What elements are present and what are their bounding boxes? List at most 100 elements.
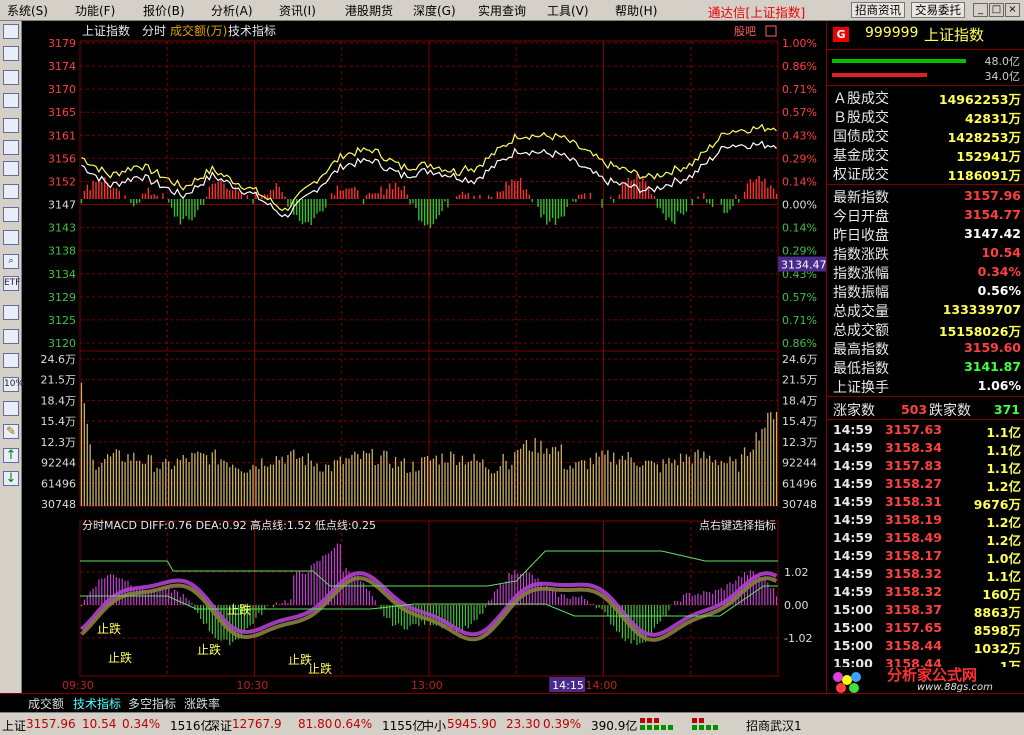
volume-axis-label: 24.6万 [41,353,77,366]
pct-axis-label: 0.57% [782,291,817,304]
flower-logo-icon [833,672,861,693]
menu-info[interactable]: 资讯(I) [279,2,316,19]
tab-bull-bear[interactable]: 多空指标 [128,695,176,712]
intraday-chart[interactable]: 3179 1.00% 3174 0.86% 3170 0.71% 3165 0.57% 3161… [22,21,826,693]
sz-pct: 0.64% [334,717,373,731]
minimize-icon[interactable]: _ [973,3,988,17]
tick-volume: 1.1亿 [986,461,1021,476]
decliners-value: 371 [993,402,1020,417]
sh-label: 上证 [2,719,27,733]
index-code: 999999 [865,25,919,41]
tick-time: 14:59 [833,458,873,473]
mail-icon[interactable] [3,184,19,199]
fund-icon[interactable] [3,230,19,245]
etf-icon[interactable]: ETF [3,276,20,291]
menu-analysis[interactable]: 分析(A) [211,2,253,19]
news-icon[interactable] [3,118,19,133]
arrow-up-icon[interactable]: ↑ [3,448,19,463]
restore-icon[interactable]: □ [989,3,1004,17]
tab-adv-decl[interactable]: 涨跌率 [184,695,220,712]
price-axis-label: 3129 [48,291,76,304]
sz-price: 12767.9 [232,717,282,731]
users-icon[interactable] [3,207,19,222]
sh-price: 3157.96 [26,717,76,731]
stat-value: 3141.87 [964,359,1021,374]
menu-depth[interactable]: 深度(G) [413,2,456,19]
trend-chart-icon[interactable] [3,70,19,85]
arrow-down-icon[interactable]: ↓ [3,471,19,486]
tick-time: 14:59 [833,476,873,491]
stat-label: 总成交额 [833,323,889,339]
stat-label: 指数涨幅 [833,266,889,282]
candlestick-icon[interactable] [3,93,19,108]
turnover-row: Ｂ股成交 42831万 [827,107,1024,126]
login-icon[interactable] [3,401,19,416]
tick-price: 3158.37 [885,602,942,617]
quote-list-icon[interactable] [3,24,19,39]
stat-value: 133339707 [942,302,1021,317]
buy-volume-bar [832,59,966,63]
percent-icon[interactable]: 10% [3,377,24,392]
menu-hk-futures[interactable]: 港股期货 [345,2,393,19]
report-icon[interactable] [3,140,19,155]
stat-label: 上证换手 [833,380,889,396]
zhaoshang-news-button[interactable]: 招商资讯 [851,2,905,18]
tick-row: 14:59 3158.19 1.2亿 [827,512,1024,530]
stop-fall-note: 止跌 [197,642,221,657]
volume-axis-label: 24.6万 [782,353,818,366]
trade-button[interactable]: 交易委托 [911,2,965,18]
pct-axis-label: 0.14% [782,222,817,235]
pct-axis-label: 0.00% [782,199,817,212]
menu-quote[interactable]: 报价(B) [143,2,185,19]
menu-query[interactable]: 实用查询 [478,2,526,19]
stat-row: 指数振幅 0.56% [827,282,1024,301]
pct-axis-label: 0.14% [782,175,817,188]
tick-row: 15:00 3158.37 8863万 [827,602,1024,620]
zx-label: 中小 [422,719,447,733]
turnover-label: Ｂ股成交 [833,110,889,126]
close-icon[interactable]: × [1005,3,1020,17]
tab-technical[interactable]: 技术指标 [73,695,121,712]
chart-mode: 分时 [142,24,166,38]
line-chart-icon[interactable] [3,305,19,320]
volume-axis-label: 30748 [41,498,76,511]
price-axis-label: 3179 [48,37,76,50]
info-icon[interactable] [3,161,19,176]
turnover-value: 1186091万 [947,168,1021,183]
tab-amount[interactable]: 成交额 [28,695,64,712]
analysis-icon[interactable] [3,353,19,368]
market-board-icon[interactable] [3,46,19,61]
menu-function[interactable]: 功能(F) [75,2,115,19]
tick-time: 14:59 [833,548,873,563]
price-axis-label: 3143 [48,222,76,235]
stop-fall-note: 止跌 [97,621,121,636]
cursor-time-label: 14:15 [552,679,584,692]
volume-axis-label: 15.4万 [41,415,77,428]
buy-volume-value: 48.0亿 [984,55,1021,68]
volume-axis-label: 15.4万 [782,415,818,428]
menu-tools[interactable]: 工具(V) [547,2,589,19]
tick-price: 3158.44 [885,638,942,653]
sell-volume-bar [832,73,927,77]
decliners-label: 跌家数 [929,403,971,419]
pencil-icon[interactable]: ✎ [3,424,19,439]
menu-help[interactable]: 帮助(H) [615,2,657,19]
tick-volume: 1.2亿 [986,515,1021,530]
tick-price: 3158.31 [885,494,942,509]
stat-label: 最低指数 [833,361,889,377]
tick-time: 14:59 [833,530,873,545]
bar-chart-icon[interactable] [3,329,19,344]
pct-axis-label: 0.71% [782,314,817,327]
stat-value: 1.06% [977,378,1021,393]
price-axis-label: 3134 [48,268,76,281]
price-axis-label: 3174 [48,60,76,73]
tick-time: 14:59 [833,440,873,455]
stat-label: 指数涨跌 [833,247,889,263]
tick-time: 14:59 [833,422,873,437]
tick-time: 14:59 [833,512,873,527]
tick-row: 14:59 3158.32 1.1亿 [827,566,1024,584]
menu-system[interactable]: 系统(S) [7,2,48,19]
tick-price: 3157.63 [885,422,942,437]
search-icon[interactable]: ⌕ [3,254,19,269]
tick-row: 14:59 3158.32 160万 [827,584,1024,602]
